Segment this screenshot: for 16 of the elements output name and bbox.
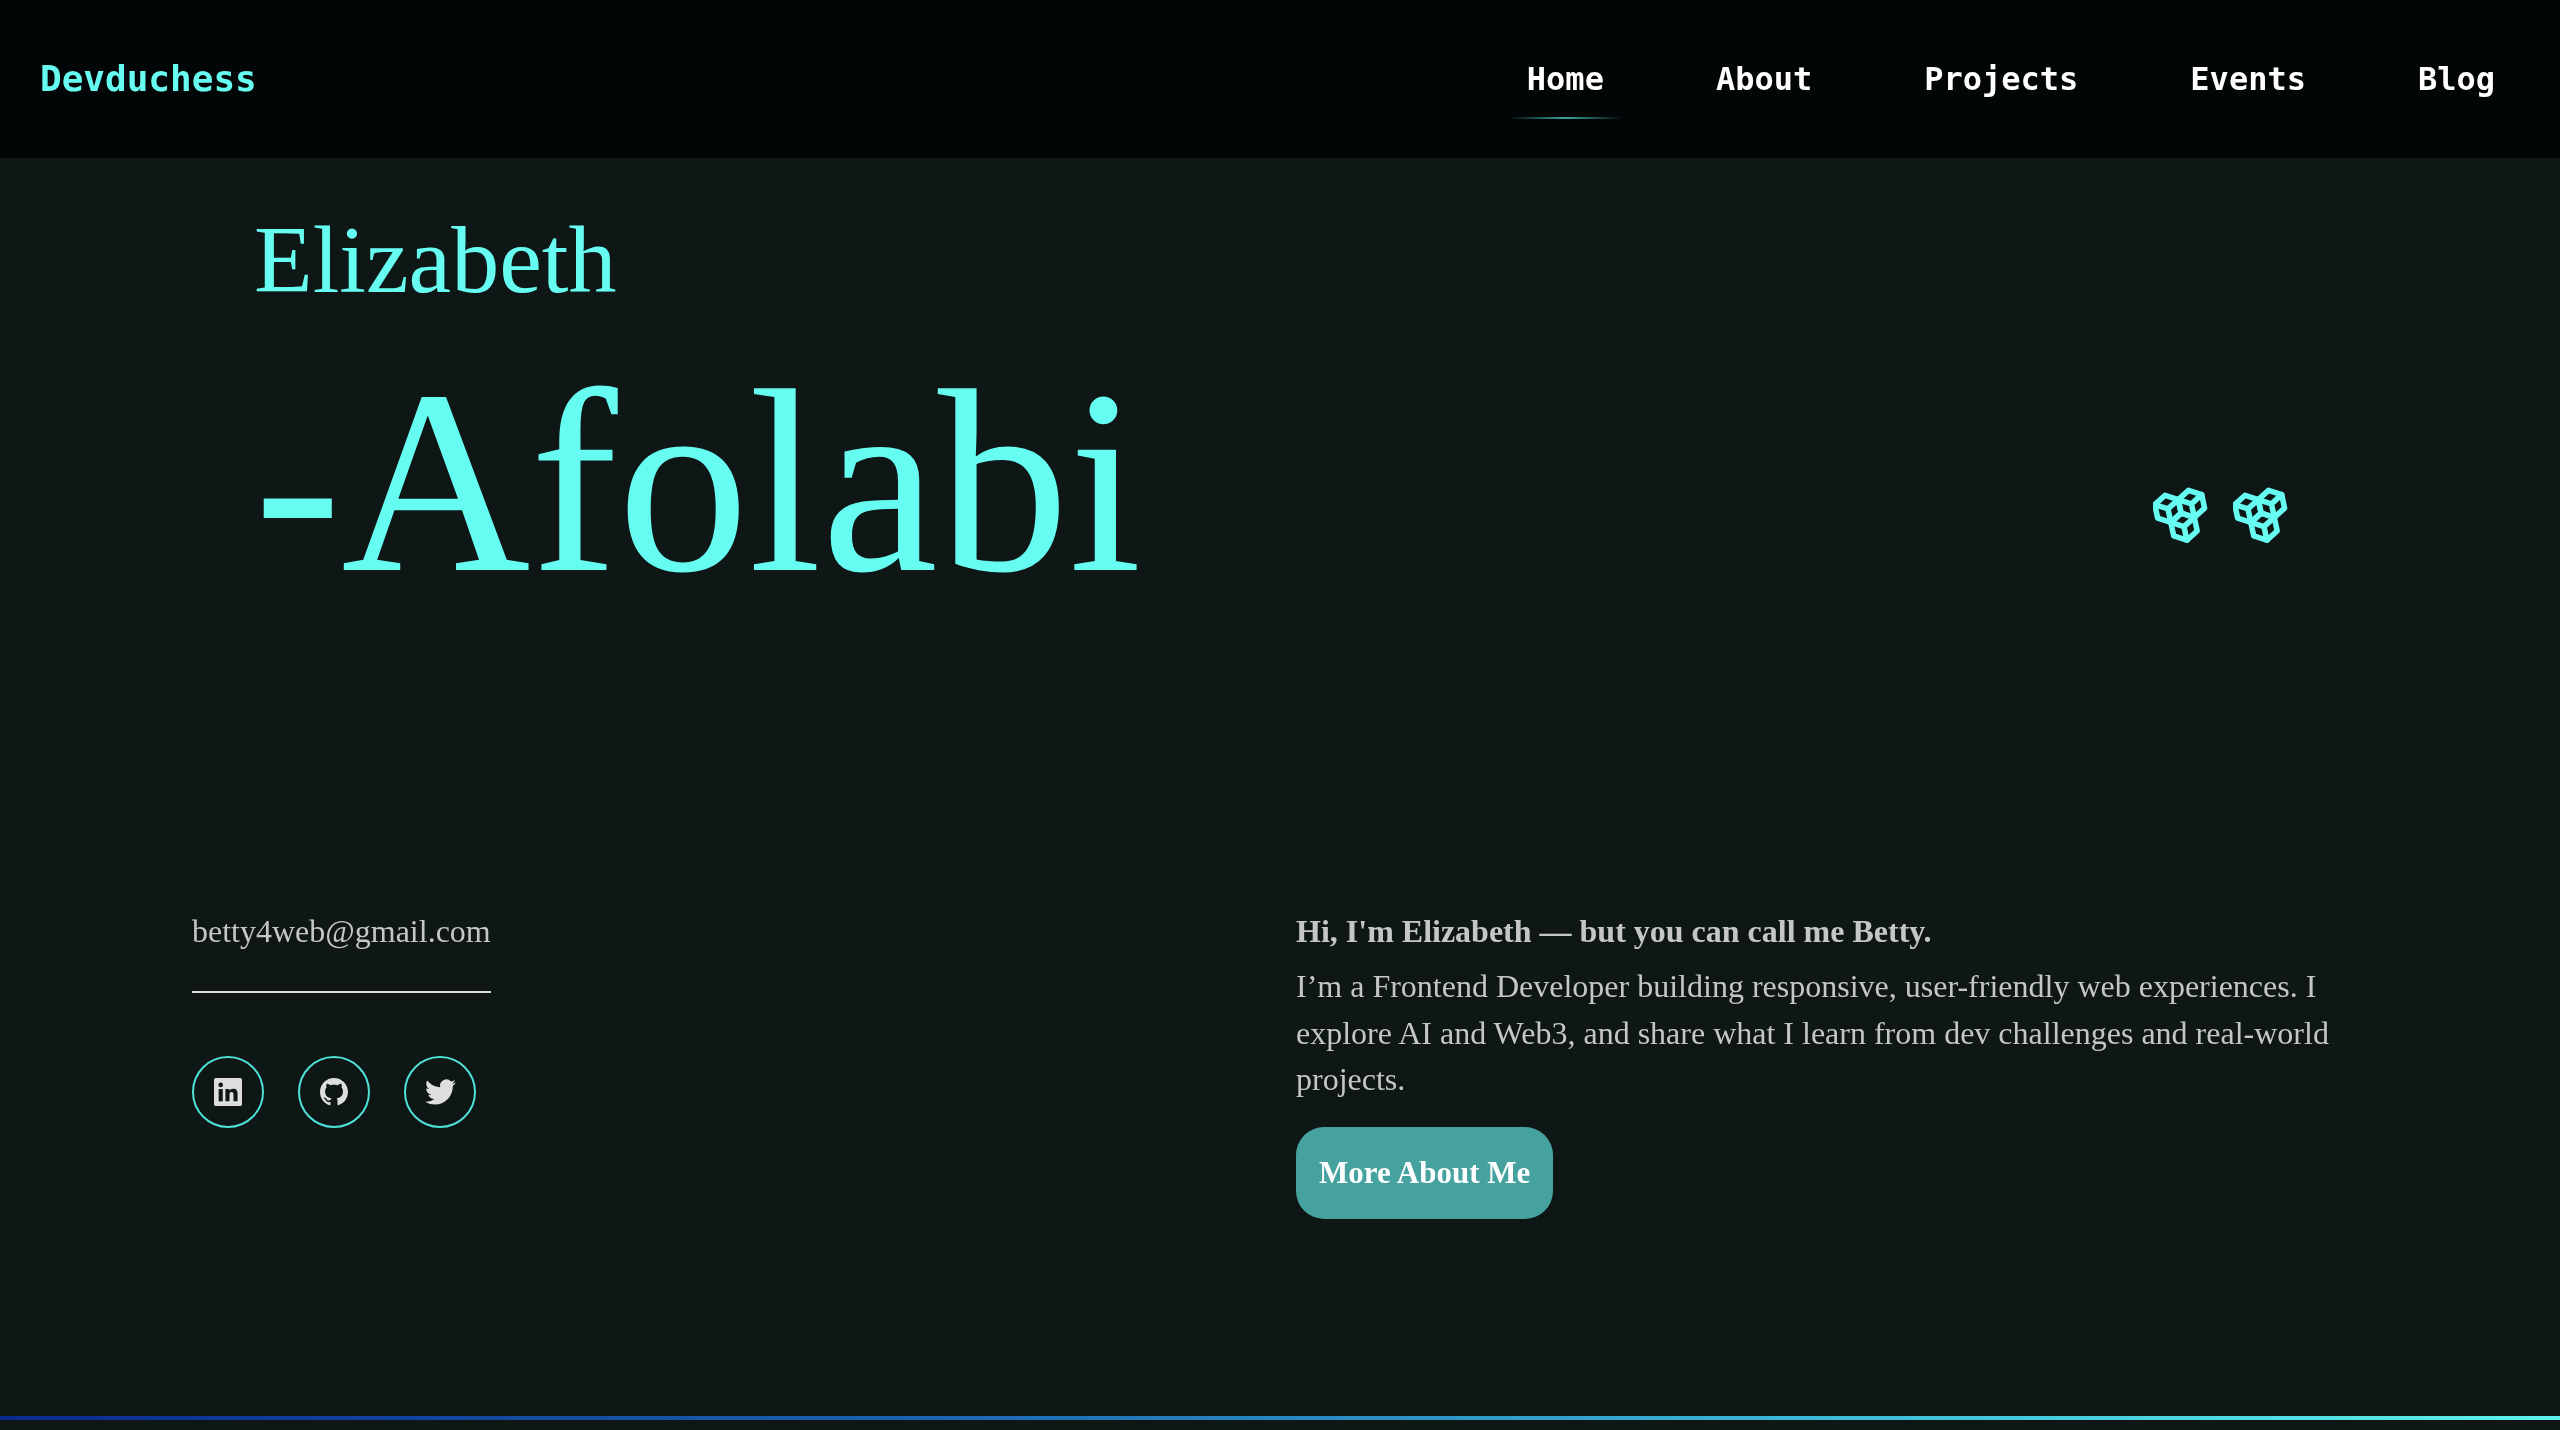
email-link[interactable]: betty4web@gmail.com <box>192 915 491 947</box>
last-name-heading: -Afolabi <box>254 351 1142 613</box>
site-logo[interactable]: Devduchess <box>40 61 257 97</box>
bird-icon <box>424 1079 456 1105</box>
nav-link[interactable]: About <box>1697 39 1831 119</box>
bio-paragraph: I’m a Frontend Developer building responsive, user-friendly web experiences. I explore AI and Web3, and share what I learn from dev challenges and real-world projects. <box>1296 967 2330 1099</box>
social-link[interactable] <box>192 1056 264 1128</box>
greeting-text: Hi, I'm Elizabeth — but you can call me Betty. <box>1296 915 1932 947</box>
social-link[interactable] <box>298 1056 370 1128</box>
nav-link[interactable]: Blog <box>2399 39 2513 119</box>
first-name-heading: Elizabeth <box>254 212 617 308</box>
nav-link[interactable]: Projects <box>1906 39 2097 119</box>
social-link[interactable] <box>404 1056 476 1128</box>
nav-link[interactable]: Events <box>2172 39 2324 119</box>
linkedin-icon <box>214 1078 242 1106</box>
github-icon <box>320 1078 348 1106</box>
